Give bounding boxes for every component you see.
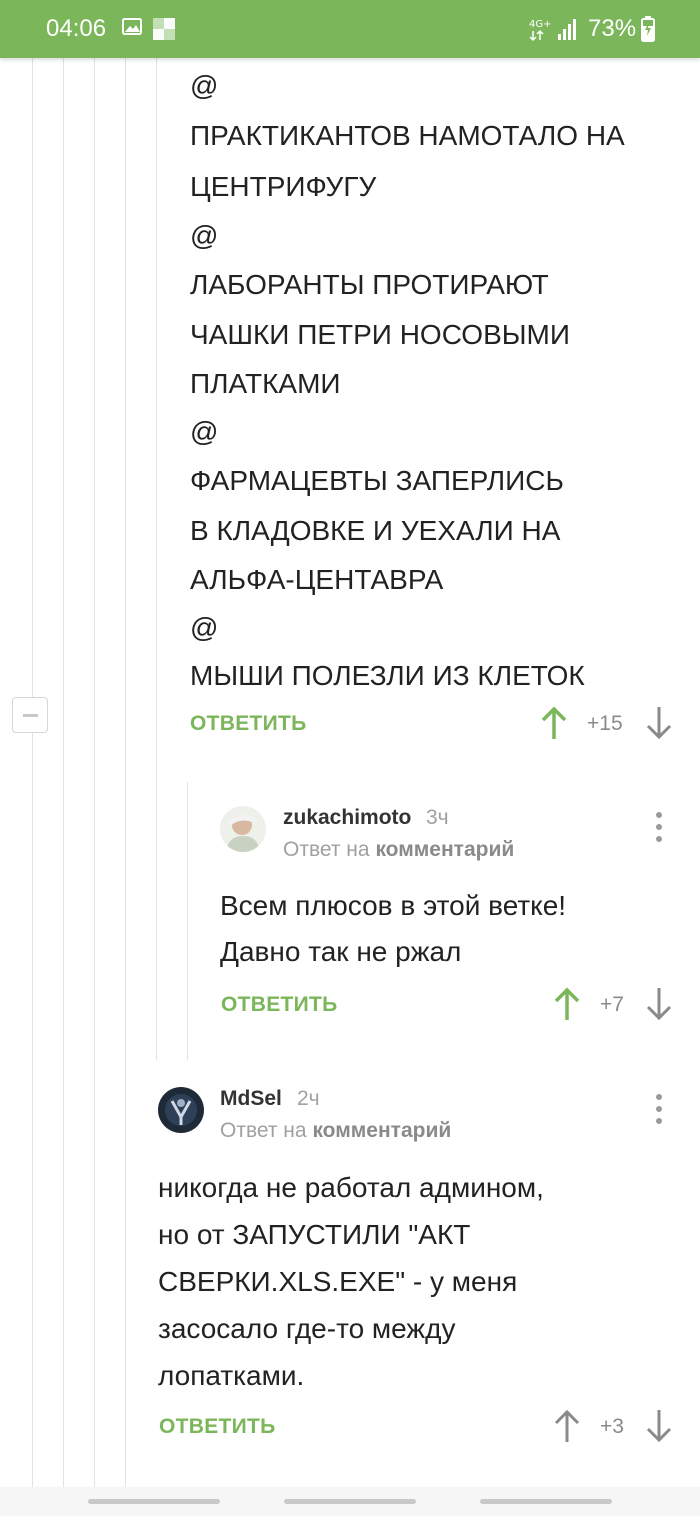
comment-line: Всем плюсов в этой ветке!: [220, 890, 567, 921]
nav-home-button[interactable]: [284, 1499, 416, 1504]
comment-line: ЧАШКИ ПЕТРИ НОСОВЫМИ: [190, 319, 570, 350]
reply-to-prefix: Ответ на: [283, 838, 370, 861]
comment-text: Всем плюсов в этой ветке! Давно так не р…: [220, 883, 660, 975]
rating: +3: [600, 1415, 624, 1438]
comment-line: СВЕРКИ.XLS.EXE" - у меня: [158, 1266, 518, 1297]
reply-button[interactable]: ОТВЕТИТЬ: [221, 993, 338, 1017]
comment-line: никогда не работал админом,: [158, 1172, 544, 1203]
thread-line-4: [125, 58, 126, 1488]
comment-text: никогда не работал админом, но от ЗАПУСТ…: [158, 1164, 668, 1399]
reply-to-label: Ответ на комментарий: [220, 1119, 451, 1143]
more-options-icon[interactable]: [654, 812, 664, 844]
status-time: 04:06: [46, 15, 107, 42]
comment-line: @: [190, 416, 219, 447]
thread-line-2: [63, 58, 64, 1488]
image-icon: [122, 18, 142, 35]
battery-icon: [641, 16, 655, 42]
more-options-icon[interactable]: [654, 1094, 664, 1126]
avatar[interactable]: [220, 806, 266, 852]
reply-button[interactable]: ОТВЕТИТЬ: [190, 712, 307, 736]
upvote-icon[interactable]: [552, 1408, 582, 1444]
comment-line: @: [190, 612, 219, 643]
comment-line: ФАРМАЦЕВТЫ ЗАПЕРЛИСЬ: [190, 465, 564, 496]
downvote-icon[interactable]: [644, 986, 674, 1022]
comment-line: ПЛАТКАМИ: [190, 368, 341, 399]
comment-line: Давно так не ржал: [220, 936, 462, 967]
comment-line: но от ЗАПУСТИЛИ "АКТ: [158, 1219, 471, 1250]
comment-line: АЛЬФА-ЦЕНТАВРА: [190, 564, 444, 595]
collapse-thread-button[interactable]: [12, 697, 48, 733]
battery-percent: 73%: [588, 15, 637, 42]
thread-line-6: [187, 782, 188, 1060]
status-bar: 04:06 4G+ 73%: [0, 0, 700, 58]
nav-recents-button[interactable]: [88, 1499, 220, 1504]
upvote-icon[interactable]: [539, 705, 569, 741]
signal-icon: 4G+: [529, 19, 576, 42]
comment-time: 2ч: [297, 1087, 320, 1110]
comment-line: МЫШИ ПОЛЕЗЛИ ИЗ КЛЕТОК: [190, 660, 585, 691]
reply-to-link[interactable]: комментарий: [312, 1119, 451, 1142]
comment-line: ЛАБОРАНТЫ ПРОТИРАЮТ: [190, 269, 549, 300]
comment-line: @: [190, 220, 219, 251]
thread-line-5: [156, 58, 157, 1060]
nav-back-button[interactable]: [480, 1499, 612, 1504]
minus-icon: [23, 714, 38, 717]
network-label: 4G+: [529, 19, 552, 30]
reply-button[interactable]: ОТВЕТИТЬ: [159, 1415, 276, 1439]
comment-line: В КЛАДОВКЕ И УЕХАЛИ НА: [190, 515, 561, 546]
comment-line: @: [190, 70, 219, 101]
rating: +7: [600, 993, 624, 1016]
reply-to-label: Ответ на комментарий: [283, 838, 514, 862]
comment-line: ПРАКТИКАНТОВ НАМОТАЛО НА: [190, 120, 625, 151]
parent-comment-text: @ ПРАКТИКАНТОВ НАМОТАЛО НА ЦЕНТРИФУГУ @ …: [190, 62, 680, 700]
thread-line-1: [32, 58, 33, 1488]
avatar[interactable]: [158, 1087, 204, 1133]
comment-username[interactable]: MdSel: [220, 1087, 282, 1111]
reply-to-link[interactable]: комментарий: [375, 838, 514, 861]
comment-line: засосало где-то между: [158, 1313, 456, 1344]
comment-time: 3ч: [426, 806, 449, 829]
square-icon: [153, 18, 175, 40]
comment-username[interactable]: zukachimoto: [283, 806, 411, 830]
downvote-icon[interactable]: [644, 705, 674, 741]
upvote-icon[interactable]: [552, 986, 582, 1022]
thread-line-3: [94, 58, 95, 1488]
comment-line: лопатками.: [158, 1360, 305, 1391]
comment-line: ЦЕНТРИФУГУ: [190, 171, 377, 202]
system-nav-bar: [0, 1487, 700, 1516]
rating: +15: [587, 712, 623, 735]
downvote-icon[interactable]: [644, 1408, 674, 1444]
reply-to-prefix: Ответ на: [220, 1119, 307, 1142]
